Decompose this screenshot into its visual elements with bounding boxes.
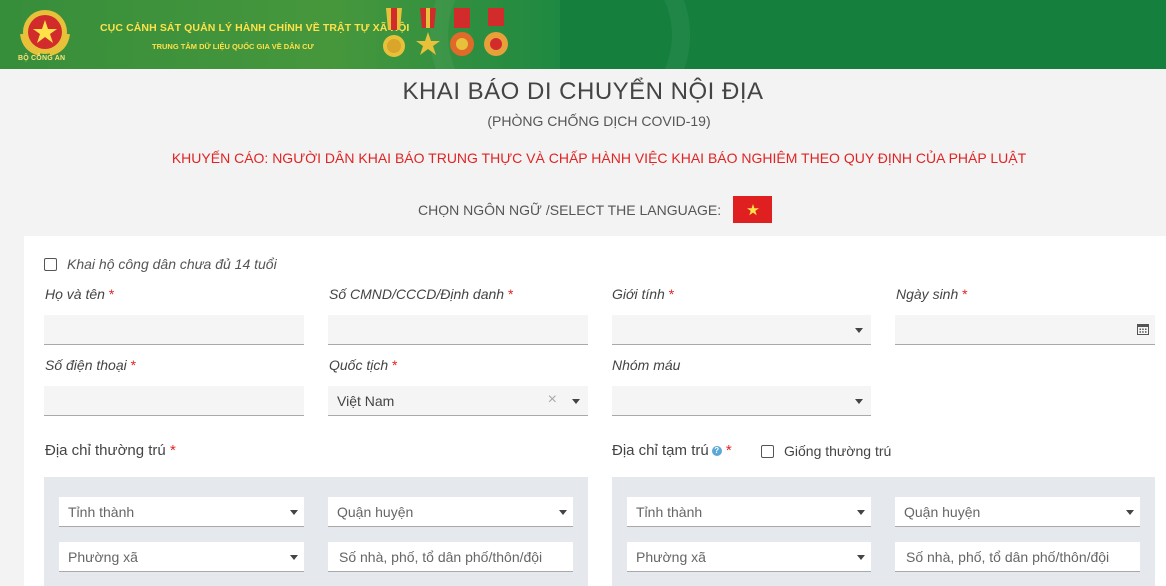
- permanent-district-select[interactable]: Quận huyện: [328, 497, 573, 527]
- ward-placeholder: Phường xã: [68, 549, 138, 565]
- blood-type-label: Nhóm máu: [612, 357, 681, 373]
- site-header: BỘ CÔNG AN CỤC CẢNH SÁT QUẢN LÝ HÀNH CHÍ…: [0, 0, 1166, 69]
- dob-label: Ngày sinh *: [896, 286, 968, 302]
- vietnam-flag-button[interactable]: [733, 196, 773, 223]
- permanent-address-label: Địa chỉ thường trú *: [45, 442, 176, 459]
- org-title: CỤC CẢNH SÁT QUẢN LÝ HÀNH CHÍNH VỀ TRẬT …: [100, 22, 410, 34]
- calendar-icon[interactable]: [1137, 323, 1149, 335]
- same-as-permanent-checkbox[interactable]: [761, 444, 774, 458]
- proxy-declaration-checkbox[interactable]: [44, 257, 57, 271]
- temporary-ward-select[interactable]: Phường xã: [627, 542, 871, 572]
- chevron-down-icon: [855, 399, 863, 404]
- chevron-down-icon: [572, 399, 580, 404]
- help-icon[interactable]: ?: [711, 446, 722, 457]
- temporary-address-label: Địa chỉ tạm trú? *: [612, 442, 732, 459]
- org-subtitle: TRUNG TÂM DỮ LIỆU QUỐC GIA VỀ DÂN CƯ: [152, 42, 314, 51]
- nationality-label: Quốc tịch *: [329, 357, 398, 373]
- chevron-down-icon: [290, 555, 298, 560]
- nationality-value: Việt Nam: [337, 393, 395, 409]
- language-selector: CHỌN NGÔN NGỮ /SELECT THE LANGUAGE:: [418, 196, 773, 223]
- chevron-down-icon: [559, 510, 567, 515]
- province-placeholder: Tỉnh thành: [636, 504, 703, 520]
- medal-icon: [416, 8, 440, 55]
- chevron-down-icon: [290, 510, 298, 515]
- permanent-province-select[interactable]: Tỉnh thành: [59, 497, 304, 527]
- vietnam-flag-icon: [746, 203, 759, 215]
- full-name-input[interactable]: [44, 315, 304, 345]
- street-placeholder: Số nhà, phố, tổ dân phố/thôn/đội: [906, 549, 1110, 565]
- chevron-down-icon: [857, 510, 865, 515]
- gender-select[interactable]: [612, 315, 871, 345]
- district-placeholder: Quận huyện: [337, 504, 414, 520]
- id-number-label: Số CMND/CCCD/Định danh *: [329, 286, 514, 302]
- permanent-street-input[interactable]: Số nhà, phố, tổ dân phố/thôn/đội: [328, 542, 573, 572]
- temporary-district-select[interactable]: Quận huyện: [895, 497, 1140, 527]
- medal-row: [380, 8, 510, 62]
- proxy-declaration-row: Khai hộ công dân chưa đủ 14 tuổi: [44, 256, 277, 272]
- district-placeholder: Quận huyện: [904, 504, 981, 520]
- phone-label: Số điện thoại *: [45, 357, 137, 373]
- same-as-permanent-row: Giống thường trú: [761, 443, 891, 459]
- logo-caption: BỘ CÔNG AN: [18, 55, 66, 62]
- id-number-input[interactable]: [328, 315, 588, 345]
- temporary-province-select[interactable]: Tỉnh thành: [627, 497, 871, 527]
- page-subtitle: (PHÒNG CHỐNG DỊCH COVID-19): [487, 113, 711, 129]
- warning-notice: KHUYẾN CÁO: NGƯỜI DÂN KHAI BÁO TRUNG THỰ…: [171, 150, 1027, 166]
- clear-icon[interactable]: ×: [548, 391, 557, 409]
- chevron-down-icon: [857, 555, 865, 560]
- nationality-select[interactable]: Việt Nam ×: [328, 386, 588, 416]
- medal-icon: [383, 8, 405, 57]
- medal-icon: [484, 8, 508, 56]
- same-as-permanent-label: Giống thường trú: [784, 443, 892, 459]
- full-name-label: Họ và tên *: [45, 286, 115, 302]
- street-placeholder: Số nhà, phố, tổ dân phố/thôn/đội: [339, 549, 543, 565]
- permanent-ward-select[interactable]: Phường xã: [59, 542, 304, 572]
- chevron-down-icon: [1126, 510, 1134, 515]
- language-label: CHỌN NGÔN NGỮ /SELECT THE LANGUAGE:: [418, 201, 722, 218]
- proxy-declaration-label: Khai hộ công dân chưa đủ 14 tuổi: [67, 256, 277, 272]
- chevron-down-icon: [855, 328, 863, 333]
- province-placeholder: Tỉnh thành: [68, 504, 135, 520]
- medal-icon: [450, 8, 474, 56]
- page-title: KHAI BÁO DI CHUYỂN NỘI ĐỊA: [402, 78, 764, 105]
- gender-label: Giới tính *: [612, 286, 675, 302]
- blood-type-select[interactable]: [612, 386, 871, 416]
- temporary-street-input[interactable]: Số nhà, phố, tổ dân phố/thôn/đội: [895, 542, 1140, 572]
- dob-input[interactable]: [895, 315, 1155, 345]
- phone-input[interactable]: [44, 386, 304, 416]
- ward-placeholder: Phường xã: [636, 549, 706, 565]
